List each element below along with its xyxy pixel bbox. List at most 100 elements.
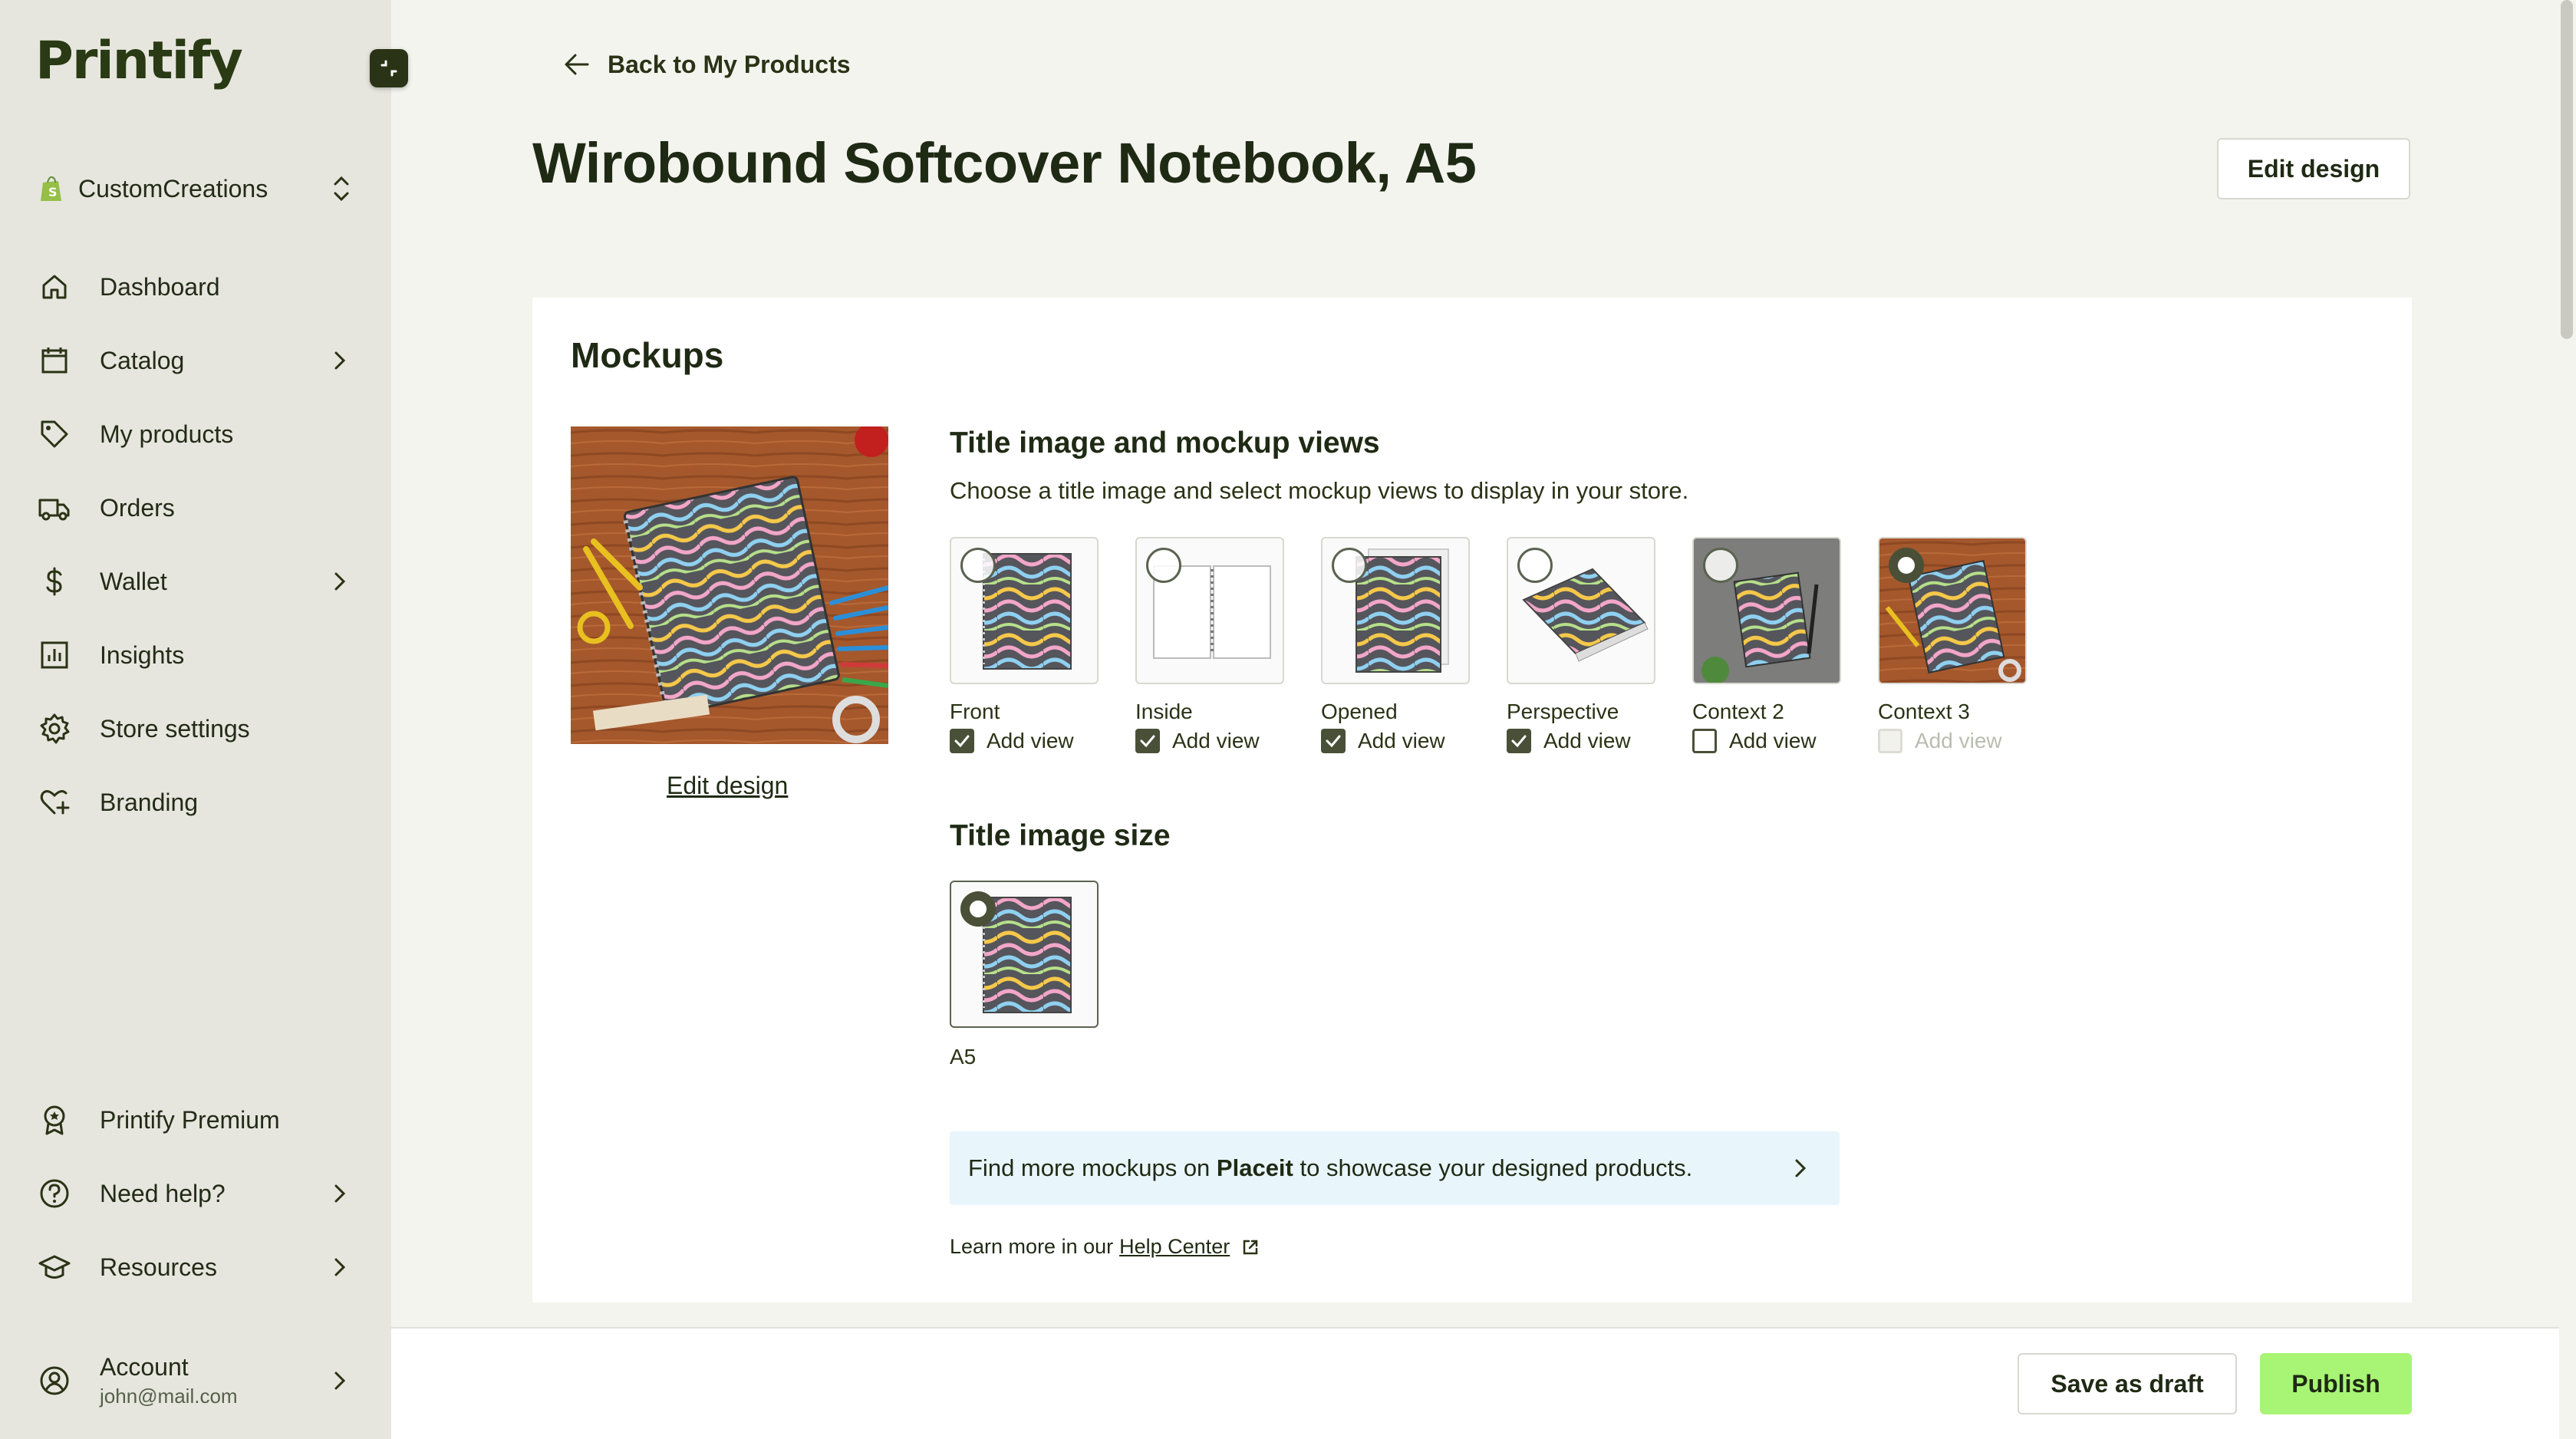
mockup-view-context-2: Context 2 Add view [1692, 537, 1841, 753]
home-icon [37, 269, 72, 305]
add-view-label: Add view [1543, 729, 1631, 752]
publish-button[interactable]: Publish [2260, 1353, 2412, 1414]
checkbox-checked[interactable] [1135, 729, 1160, 753]
add-view-label: Add view [1358, 729, 1445, 752]
tag-icon [37, 417, 72, 452]
back-label: Back to My Products [608, 50, 851, 78]
mockup-thumbnail[interactable] [1321, 537, 1470, 684]
catalog-icon [37, 343, 72, 378]
learn-more-text: Learn more in our [950, 1235, 1114, 1258]
title-image-preview [571, 426, 888, 744]
placeit-text-post: to showcase your designed products. [1293, 1154, 1693, 1181]
placeit-brand: Placeit [1216, 1154, 1293, 1181]
checkbox-checked[interactable] [1321, 729, 1346, 753]
collapse-sidebar-button[interactable] [370, 49, 408, 87]
mockup-view-opened: Opened Add view [1321, 537, 1470, 753]
gear-icon [37, 711, 72, 746]
title-image-radio[interactable] [1517, 548, 1553, 583]
mockup-view-context-3: Context 3 Add view [1878, 537, 2027, 753]
nav-item-account[interactable]: Account john@mail.com [37, 1350, 351, 1411]
views-description: Choose a title image and select mockup v… [950, 477, 1689, 504]
mockup-view-perspective: Perspective Add view [1507, 537, 1655, 753]
nav-item-insights[interactable]: Insights [37, 632, 351, 678]
checkbox-disabled [1878, 729, 1902, 753]
save-as-draft-button[interactable]: Save as draft [2018, 1353, 2237, 1414]
graduation-cap-icon [37, 1250, 72, 1285]
nav-item-printify-premium[interactable]: Printify Premium [37, 1097, 351, 1143]
checkbox-checked[interactable] [1507, 729, 1531, 753]
heart-plus-icon [37, 785, 72, 820]
chevron-right-icon [334, 1258, 346, 1276]
check-icon [1511, 735, 1527, 748]
nav-label: Catalog [100, 346, 185, 374]
nav-item-orders[interactable]: Orders [37, 485, 351, 531]
add-view-checkbox[interactable]: Add view [1507, 729, 1655, 753]
placeit-text-pre: Find more mockups on [968, 1154, 1217, 1181]
back-to-products-link[interactable]: Back to My Products [562, 49, 851, 80]
size-radio-selected[interactable] [960, 891, 996, 927]
nav-label: Printify Premium [100, 1105, 280, 1134]
nav-label: My products [100, 420, 234, 448]
mockup-view-inside: Inside Add view [1135, 537, 1284, 753]
mockup-view-name: Context 2 [1692, 700, 1784, 723]
nav-item-need-help[interactable]: Need help? [37, 1171, 351, 1217]
sidebar: Printify S CustomCreations Dashboard Cat… [0, 0, 391, 1439]
add-view-checkbox[interactable]: Add view [1321, 729, 1470, 753]
size-thumbnail[interactable] [950, 881, 1099, 1028]
external-link-icon[interactable] [1240, 1237, 1260, 1257]
mockup-view-name: Opened [1321, 700, 1398, 723]
placeit-banner[interactable]: Find more mockups on Placeit to showcase… [950, 1131, 1840, 1205]
check-icon [1140, 735, 1155, 748]
checkbox-checked[interactable] [950, 729, 974, 753]
scrollbar-thumb[interactable] [2561, 0, 2573, 339]
nav-label: Dashboard [100, 272, 220, 301]
add-view-checkbox[interactable]: Add view [950, 729, 1099, 753]
mockup-thumbnail[interactable] [1878, 537, 2027, 684]
title-image-radio[interactable] [960, 548, 996, 583]
edit-design-link[interactable]: Edit design [667, 772, 788, 800]
chevron-right-icon [334, 572, 346, 591]
nav-item-my-products[interactable]: My products [37, 411, 351, 457]
mockup-view-name: Context 3 [1878, 700, 1970, 723]
shopify-icon: S [41, 176, 61, 201]
store-switcher[interactable]: S CustomCreations [38, 167, 353, 210]
title-image-radio[interactable] [1332, 548, 1367, 583]
nav-label: Branding [100, 788, 199, 816]
mockup-thumbnail[interactable] [950, 537, 1099, 684]
help-center-link[interactable]: Help Center [1119, 1235, 1230, 1259]
title-image-radio-selected[interactable] [1889, 548, 1924, 583]
award-icon [37, 1102, 72, 1138]
mockup-view-name: Perspective [1507, 700, 1619, 723]
collapse-icon [380, 60, 397, 77]
mockup-thumbnail[interactable] [1507, 537, 1655, 684]
chevron-right-icon [334, 351, 346, 370]
size-option-a5: A5 [950, 881, 1099, 1069]
nav-label: Store settings [100, 714, 250, 743]
chevron-right-icon [1795, 1159, 1807, 1177]
store-name: CustomCreations [78, 174, 268, 203]
arrow-left-icon [565, 54, 589, 75]
title-image-radio[interactable] [1703, 548, 1738, 583]
help-circle-icon [37, 1176, 72, 1211]
nav-item-branding[interactable]: Branding [37, 779, 351, 825]
mockup-thumbnail[interactable] [1692, 537, 1841, 684]
printify-logo[interactable]: Printify [35, 31, 243, 91]
nav-label: Wallet [100, 567, 167, 595]
bar-chart-icon [37, 637, 72, 673]
size-title: Title image size [950, 819, 1171, 852]
nav-item-resources[interactable]: Resources [37, 1244, 351, 1290]
add-view-checkbox[interactable]: Add view [1135, 729, 1284, 753]
add-view-checkbox[interactable]: Add view [1692, 729, 1841, 753]
nav-item-wallet[interactable]: Wallet [37, 558, 351, 604]
title-image-radio[interactable] [1146, 548, 1181, 583]
edit-design-button[interactable]: Edit design [2217, 138, 2410, 199]
nav-item-store-settings[interactable]: Store settings [37, 706, 351, 752]
mockup-view-front: Front Add view [950, 537, 1099, 753]
nav-item-dashboard[interactable]: Dashboard [37, 264, 351, 310]
nav-label: Insights [100, 640, 185, 669]
checkbox-unchecked[interactable] [1692, 729, 1717, 753]
chevron-right-icon [334, 1371, 346, 1390]
mockup-thumbnail[interactable] [1135, 537, 1284, 684]
mockup-view-name: Front [950, 700, 1000, 723]
nav-item-catalog[interactable]: Catalog [37, 338, 351, 384]
